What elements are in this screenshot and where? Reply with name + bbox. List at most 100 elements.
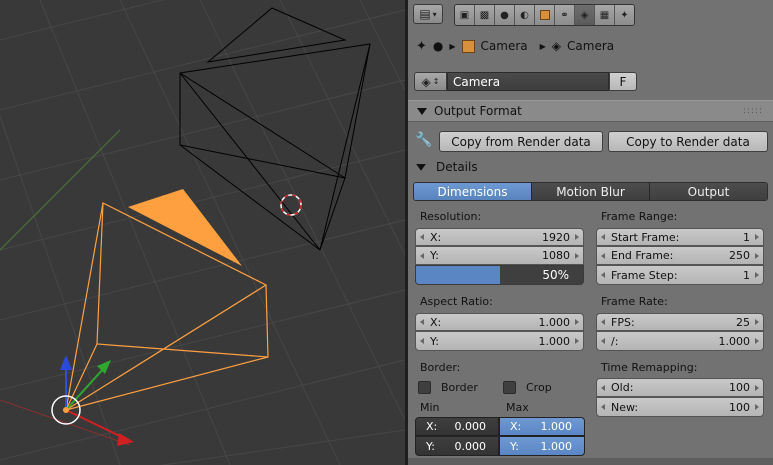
- datablock-name-field[interactable]: Camera: [447, 72, 609, 91]
- increment-arrow-icon[interactable]: [575, 252, 579, 259]
- panel-title: Output Format: [434, 104, 522, 118]
- aspect-ratio-label: Aspect Ratio:: [420, 295, 493, 308]
- chevron-updown-icon: ↕: [432, 77, 440, 86]
- field-value: 1: [743, 230, 750, 244]
- increment-arrow-icon[interactable]: [755, 234, 759, 240]
- increment-arrow-icon[interactable]: [755, 319, 759, 325]
- increment-arrow-icon[interactable]: [575, 338, 579, 344]
- border-checkbox[interactable]: Border: [418, 379, 478, 395]
- time-old-field[interactable]: Old: 100: [596, 378, 764, 397]
- texture-icon[interactable]: ▦: [595, 5, 615, 25]
- field-label: Y:: [430, 334, 439, 348]
- datablock-browse-button[interactable]: ◈ ↕: [414, 72, 447, 91]
- resolution-x-field[interactable]: X: 1920: [415, 228, 584, 246]
- scene-icon[interactable]: ●: [495, 5, 515, 25]
- particles-icon[interactable]: ✦: [615, 5, 634, 25]
- decrement-arrow-icon[interactable]: [420, 338, 424, 344]
- field-label: New:: [611, 400, 639, 414]
- field-label: Y:: [430, 249, 439, 262]
- chevron-down-icon: ▾: [432, 9, 437, 19]
- frame-rate-label: Frame Rate:: [601, 295, 668, 308]
- increment-arrow-icon[interactable]: [575, 319, 579, 325]
- decrement-arrow-icon[interactable]: [601, 319, 605, 325]
- border-min-y-field[interactable]: Y: 0.000: [415, 436, 499, 456]
- decrement-arrow-icon[interactable]: [420, 234, 424, 240]
- fps-base-field[interactable]: /: 1.000: [596, 331, 764, 351]
- 3d-viewport[interactable]: [0, 0, 405, 465]
- border-min-x-field[interactable]: X: 0.000: [415, 417, 499, 436]
- resolution-y-field[interactable]: Y: 1080: [415, 246, 584, 265]
- decrement-arrow-icon[interactable]: [601, 384, 605, 391]
- resolution-percentage-slider[interactable]: 50%: [415, 265, 584, 285]
- checkbox-label: Border: [441, 380, 478, 394]
- camera-data-icon: ◈: [551, 39, 562, 53]
- decrement-arrow-icon[interactable]: [601, 234, 605, 240]
- properties-editor-icon: ▤: [419, 7, 431, 21]
- aspect-y-field[interactable]: Y: 1.000: [415, 331, 584, 351]
- frame-range-label: Frame Range:: [601, 210, 678, 223]
- field-label: /:: [611, 334, 619, 348]
- field-value: 1.000: [540, 439, 573, 453]
- border-min-label: Min: [420, 401, 440, 414]
- details-subpanel-header[interactable]: Details: [416, 158, 478, 176]
- fps-field[interactable]: FPS: 25: [596, 313, 764, 331]
- frame-step-field[interactable]: Frame Step: 1: [596, 265, 764, 285]
- checkbox-box[interactable]: [418, 380, 431, 394]
- tab-motion-blur[interactable]: Motion Blur: [532, 183, 650, 200]
- camera-data-icon[interactable]: ◈: [575, 5, 595, 25]
- field-label: FPS:: [611, 315, 635, 329]
- time-remapping-label: Time Remapping:: [601, 361, 698, 374]
- decrement-arrow-icon[interactable]: [420, 319, 424, 325]
- field-value: 1: [743, 268, 750, 282]
- scene-data-icon: ●: [432, 39, 444, 53]
- checkbox-box[interactable]: [503, 380, 516, 394]
- border-max-x-field[interactable]: X: 1.000: [499, 417, 585, 436]
- decrement-arrow-icon[interactable]: [601, 338, 605, 344]
- crop-checkbox[interactable]: Crop: [503, 379, 552, 395]
- details-label: Details: [436, 160, 478, 174]
- render-icon[interactable]: ▣: [455, 5, 475, 25]
- details-tabs: Dimensions Motion Blur Output: [413, 182, 768, 201]
- increment-arrow-icon[interactable]: [755, 338, 759, 344]
- copy-from-render-button[interactable]: Copy from Render data: [439, 131, 603, 152]
- object-cube-icon: [461, 39, 475, 53]
- border-max-y-field[interactable]: Y: 1.000: [499, 436, 585, 456]
- copy-to-render-button[interactable]: Copy to Render data: [608, 131, 768, 152]
- increment-arrow-icon[interactable]: [755, 404, 759, 410]
- panel-bottom-edge: [408, 458, 773, 465]
- breadcrumb-object-label: Camera: [480, 39, 528, 53]
- drag-handle-icon[interactable]: :::::: [743, 106, 763, 116]
- object-icon[interactable]: [535, 5, 555, 25]
- increment-arrow-icon[interactable]: [755, 252, 759, 259]
- field-label: End Frame:: [611, 249, 674, 262]
- fake-user-button[interactable]: F: [609, 72, 637, 91]
- increment-arrow-icon[interactable]: [755, 384, 759, 391]
- increment-arrow-icon[interactable]: [755, 272, 759, 278]
- tab-output[interactable]: Output: [650, 183, 767, 200]
- decrement-arrow-icon[interactable]: [420, 252, 424, 259]
- viewport-scene[interactable]: [0, 0, 405, 465]
- render-layers-icon[interactable]: ▩: [475, 5, 495, 25]
- camera-data-icon: ◈: [421, 74, 431, 89]
- end-frame-field[interactable]: End Frame: 250: [596, 246, 764, 265]
- decrement-arrow-icon[interactable]: [601, 272, 605, 278]
- constraints-icon[interactable]: ⚭: [555, 5, 575, 25]
- field-label: X:: [510, 420, 522, 433]
- time-new-field[interactable]: New: 100: [596, 397, 764, 417]
- world-icon[interactable]: ◐: [515, 5, 535, 25]
- decrement-arrow-icon[interactable]: [601, 252, 605, 259]
- chevron-right-icon: ▶: [539, 41, 546, 51]
- decrement-arrow-icon[interactable]: [601, 404, 605, 410]
- start-frame-field[interactable]: Start Frame: 1: [596, 228, 764, 246]
- aspect-x-field[interactable]: X: 1.000: [415, 313, 584, 331]
- breadcrumb-data-label: Camera: [567, 39, 615, 53]
- wrench-icon: 🔧: [415, 132, 433, 148]
- editor-type-button[interactable]: ▤ ▾: [413, 4, 443, 24]
- pin-icon[interactable]: ✦: [416, 39, 427, 54]
- increment-arrow-icon[interactable]: [575, 234, 579, 240]
- output-format-panel-header[interactable]: Output Format :::::: [408, 100, 773, 122]
- field-label: Y:: [426, 439, 435, 453]
- collapse-triangle-icon: [417, 107, 427, 115]
- border-label: Border:: [420, 361, 461, 374]
- tab-dimensions[interactable]: Dimensions: [414, 183, 532, 200]
